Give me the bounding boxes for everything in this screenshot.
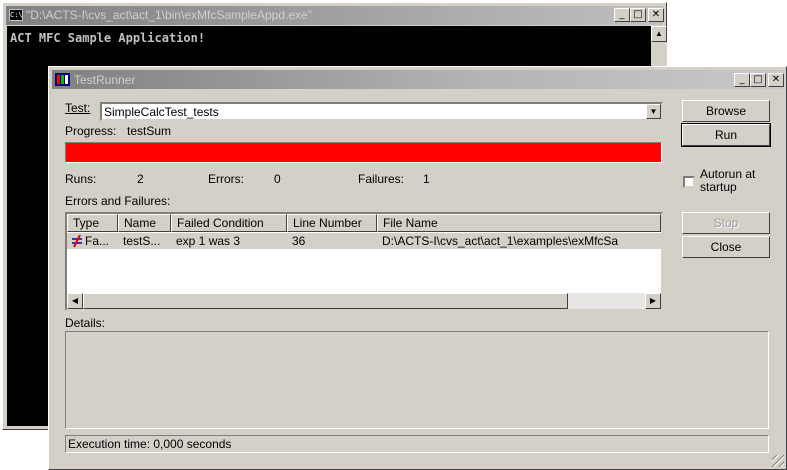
minimize-icon[interactable]: _ bbox=[734, 73, 750, 87]
console-title: "D:\ACTS-I\cvs_act\act_1\bin\exMfcSample… bbox=[26, 8, 312, 22]
close-button[interactable]: Close bbox=[682, 236, 770, 258]
row-condition: exp 1 was 3 bbox=[176, 234, 241, 248]
errors-count: 0 bbox=[274, 172, 281, 186]
row-name: testS... bbox=[123, 234, 161, 248]
column-header-line-number[interactable]: Line Number bbox=[287, 214, 377, 232]
console-output: ACT MFC Sample Application! bbox=[10, 31, 206, 45]
browse-button[interactable]: Browse bbox=[682, 100, 770, 122]
testrunner-title-bar[interactable]: TestRunner _ □ ✕ bbox=[52, 70, 784, 89]
column-header-failed-condition[interactable]: Failed Condition bbox=[171, 214, 287, 232]
close-icon[interactable]: ✕ bbox=[648, 8, 664, 22]
scroll-left-icon[interactable]: ◀ bbox=[67, 293, 83, 309]
progress-label: Progress: bbox=[65, 124, 117, 138]
test-select[interactable]: SimpleCalcTest_tests ▼ bbox=[100, 102, 663, 121]
testrunner-title: TestRunner bbox=[74, 73, 136, 87]
console-title-bar[interactable]: C:\ "D:\ACTS-I\cvs_act\act_1\bin\exMfcSa… bbox=[6, 6, 664, 25]
close-icon[interactable]: ✕ bbox=[768, 73, 784, 87]
console-icon[interactable]: C:\ bbox=[9, 9, 23, 21]
test-label: Test: bbox=[65, 101, 91, 115]
row-type: Fa... bbox=[85, 234, 110, 248]
failures-list[interactable]: Type Name Failed Condition Line Number F… bbox=[65, 212, 663, 311]
column-header-type[interactable]: Type bbox=[67, 214, 118, 232]
errors-failures-label: Errors and Failures: bbox=[65, 194, 171, 208]
failures-label: Failures: bbox=[358, 172, 405, 186]
row-file: D:\ACTS-I\cvs_act\act_1\examples\exMfcSa bbox=[382, 234, 619, 248]
column-header-file-name[interactable]: File Name bbox=[377, 214, 661, 232]
column-header-name[interactable]: Name bbox=[118, 214, 171, 232]
scrollbar-thumb[interactable] bbox=[83, 293, 568, 309]
test-select-value: SimpleCalcTest_tests bbox=[104, 105, 219, 119]
errors-label: Errors: bbox=[208, 172, 244, 186]
scroll-up-icon[interactable]: ▲ bbox=[651, 26, 667, 42]
horizontal-scrollbar[interactable]: ◀ ▶ bbox=[67, 293, 661, 309]
runs-count: 2 bbox=[137, 172, 144, 186]
minimize-icon[interactable]: _ bbox=[614, 8, 630, 22]
run-button[interactable]: Run bbox=[681, 123, 771, 147]
autorun-checkbox[interactable] bbox=[683, 176, 695, 188]
dropdown-arrow-icon[interactable]: ▼ bbox=[646, 104, 661, 119]
scroll-right-icon[interactable]: ▶ bbox=[645, 293, 661, 309]
autorun-label[interactable]: Autorun at startup bbox=[700, 168, 755, 194]
progress-bar-fill bbox=[66, 143, 661, 162]
progress-bar bbox=[65, 142, 662, 163]
execution-time-status: Execution time: 0,000 seconds bbox=[65, 435, 769, 453]
autorun-label-line2: startup bbox=[700, 180, 737, 194]
row-line: 36 bbox=[292, 234, 306, 248]
testrunner-window: TestRunner _ □ ✕ Test: SimpleCalcTest_te… bbox=[48, 66, 787, 470]
maximize-icon[interactable]: □ bbox=[630, 8, 646, 22]
testrunner-icon[interactable] bbox=[55, 73, 70, 86]
failure-icon bbox=[72, 235, 82, 247]
autorun-label-line1: Autorun at bbox=[700, 167, 756, 181]
runs-label: Runs: bbox=[65, 172, 97, 186]
details-panel[interactable] bbox=[65, 331, 769, 429]
progress-test-name: testSum bbox=[127, 124, 172, 138]
resize-grip-icon[interactable] bbox=[772, 455, 784, 467]
stop-button[interactable]: Stop bbox=[682, 212, 770, 234]
details-label: Details: bbox=[65, 316, 106, 330]
failures-count: 1 bbox=[423, 172, 430, 186]
table-row[interactable]: Fa... testS... exp 1 was 3 36 D:\ACTS-I\… bbox=[67, 233, 661, 249]
maximize-icon[interactable]: □ bbox=[750, 73, 766, 87]
